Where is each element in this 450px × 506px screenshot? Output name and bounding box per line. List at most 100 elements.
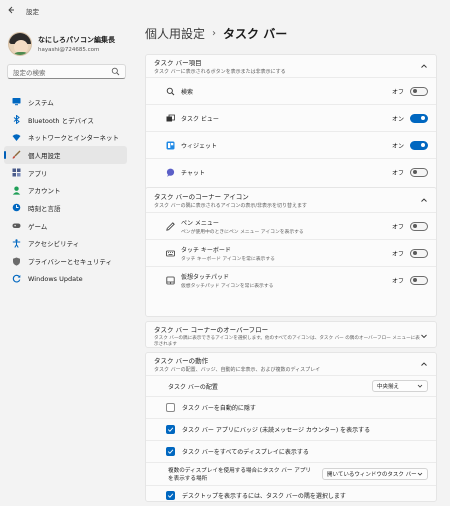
corner-overflow-header[interactable]: タスク バー コーナーのオーバーフロー タスク バーの隅に表示できるアイコンを選…	[146, 322, 436, 349]
sidebar-item-system[interactable]: システム	[4, 93, 127, 111]
sidebar-item-label: システム	[28, 98, 54, 107]
pen-menu-toggle[interactable]	[410, 221, 428, 231]
chevron-up-icon[interactable]	[420, 360, 428, 368]
search-input[interactable]: 設定の検索	[7, 64, 126, 79]
sidebar-item-label: Bluetooth とデバイス	[28, 116, 94, 125]
multi-display-value: 開いているウィンドウのタスク バー	[327, 472, 417, 478]
section-title: タスク バーのコーナー アイコン	[154, 193, 249, 201]
taskbar-items-header[interactable]: タスク バー項目 タスク バーに表示されるボタンを表示または非表示にする	[146, 55, 436, 77]
monitor-icon	[12, 97, 21, 106]
all-displays-checkbox[interactable]	[166, 447, 175, 456]
chat-toggle[interactable]	[410, 167, 428, 177]
sidebar-item-label: アカウント	[28, 187, 61, 196]
sidebar-item-gaming[interactable]: ゲーム	[4, 217, 127, 235]
main-panel: 個人用設定 › タスク バー タスク バー項目 タスク バーに表示されるボタンを…	[133, 22, 450, 506]
gamepad-icon	[12, 221, 21, 230]
widgets-icon	[166, 141, 175, 150]
sidebar-item-label: Windows Update	[28, 274, 83, 283]
breadcrumb-parent[interactable]: 個人用設定	[145, 25, 205, 42]
user-profile[interactable]: なにしろパソコン編集長 hayashi@724685.com	[0, 22, 133, 60]
corner-touch-keyboard-row: タッチ キーボード タッチ キーボード アイコンを常に表示する オフ	[146, 240, 436, 266]
sidebar-item-time-language[interactable]: 時刻と言語	[4, 199, 127, 217]
chevron-up-icon[interactable]	[420, 196, 428, 204]
corner-icons-header[interactable]: タスク バーのコーナー アイコン タスク バーの隅に表示されるアイコンの表示/非…	[146, 188, 436, 212]
widgets-toggle[interactable]	[410, 140, 428, 150]
all-displays-row[interactable]: タスク バーをすべてのディスプレイに表示する	[146, 441, 436, 462]
toggle-state: オン	[391, 142, 404, 150]
sidebar-item-personalization[interactable]: 個人用設定	[4, 146, 127, 164]
pen-icon	[166, 221, 175, 231]
alignment-dropdown[interactable]: 中央揃え	[372, 380, 428, 392]
badges-checkbox[interactable]	[166, 425, 175, 434]
taskbar-items-section: タスク バー項目 タスク バーに表示されるボタンを表示または非表示にする 検索 …	[145, 54, 437, 202]
sidebar-item-label: プライバシーとセキュリティ	[28, 258, 112, 267]
sidebar-item-label: 時刻と言語	[28, 204, 61, 213]
corner-overflow-section[interactable]: タスク バー コーナーのオーバーフロー タスク バーの隅に表示できるアイコンを選…	[145, 321, 437, 348]
checkbox-label: タスク バーを自動的に隠す	[182, 405, 256, 412]
back-arrow-icon[interactable]	[4, 6, 18, 16]
touch-keyboard-toggle[interactable]	[410, 248, 428, 258]
sidebar-item-accessibility[interactable]: アクセシビリティ	[4, 235, 127, 253]
apps-icon	[12, 168, 21, 177]
row-label: タッチ キーボード	[181, 246, 231, 254]
multi-display-row: 複数のディスプレイを使用する場合にタスク バー アプリ を表示する場所 開いてい…	[146, 463, 436, 485]
show-desktop-checkbox[interactable]	[166, 491, 175, 500]
multi-display-dropdown[interactable]: 開いているウィンドウのタスク バー	[322, 468, 428, 480]
toggle-state: オフ	[391, 88, 404, 96]
sidebar-item-accounts[interactable]: アカウント	[4, 181, 127, 199]
checkmark-icon	[167, 493, 174, 498]
sidebar-item-apps[interactable]: アプリ	[4, 164, 127, 182]
title-bar: 設定	[0, 0, 450, 22]
page-title: タスク バー	[223, 27, 288, 41]
section-subtitle: タスク バーの隅に表示されるアイコンの表示/非表示を切り替えます	[154, 203, 308, 209]
sidebar-item-windows-update[interactable]: Windows Update	[4, 270, 127, 288]
chevron-down-icon	[417, 472, 423, 476]
taskbar-alignment-row: タスク バーの配置 中央揃え	[146, 376, 436, 396]
toggle-state: オフ	[391, 223, 404, 231]
globe-clock-icon	[12, 203, 21, 212]
chevron-up-icon[interactable]	[420, 62, 428, 70]
sidebar-item-label: 個人用設定	[28, 151, 61, 160]
checkmark-icon	[167, 427, 174, 432]
search-icon	[111, 67, 120, 76]
section-title: タスク バーの動作	[154, 357, 209, 365]
checkbox-label: タスク バー アプリにバッジ (未読メッセージ カウンター) を表示する	[182, 427, 371, 434]
brush-icon	[12, 150, 21, 159]
section-subtitle: タスク バーの配置、バッジ、自動的に非表示、および複数のディスプレイ	[154, 367, 321, 373]
alignment-label: タスク バーの配置	[168, 383, 218, 391]
bluetooth-icon	[12, 115, 21, 125]
virtual-touchpad-toggle[interactable]	[410, 275, 428, 285]
row-label: ペン メニュー	[181, 219, 219, 227]
auto-hide-row[interactable]: タスク バーを自動的に隠す	[146, 397, 436, 418]
search-toggle[interactable]	[410, 86, 428, 96]
sidebar-item-privacy[interactable]: プライバシーとセキュリティ	[4, 252, 127, 270]
taskbar-item-task-view-row: タスク ビュー オン	[146, 105, 436, 131]
sidebar-item-network[interactable]: ネットワークとインターネット	[4, 128, 127, 146]
row-label: チャット	[181, 169, 205, 177]
accessibility-icon	[12, 239, 21, 248]
auto-hide-checkbox[interactable]	[166, 403, 175, 412]
show-desktop-row[interactable]: デスクトップを表示するには、タスク バーの隅を選択します	[146, 486, 436, 505]
sidebar-item-label: アプリ	[28, 169, 48, 178]
badges-row[interactable]: タスク バー アプリにバッジ (未読メッセージ カウンター) を表示する	[146, 419, 436, 440]
breadcrumb-separator: ›	[212, 28, 217, 39]
toggle-state: オン	[391, 115, 404, 123]
wifi-icon	[12, 133, 21, 142]
chevron-down-icon[interactable]	[420, 332, 428, 340]
person-icon	[12, 186, 21, 195]
sidebar-item-bluetooth[interactable]: Bluetooth とデバイス	[4, 111, 127, 129]
breadcrumb: 個人用設定 › タスク バー	[145, 25, 287, 42]
row-sublabel: 仮想タッチパッド アイコンを常に表示する	[181, 283, 274, 289]
section-title: タスク バー コーナーのオーバーフロー	[154, 326, 269, 334]
taskbar-item-widgets-row: ウィジェット オン	[146, 132, 436, 158]
task-view-icon	[166, 114, 175, 123]
task-view-toggle[interactable]	[410, 113, 428, 123]
corner-virtual-touchpad-row: 仮想タッチパッド 仮想タッチパッド アイコンを常に表示する オフ	[146, 267, 436, 293]
taskbar-behaviors-header[interactable]: タスク バーの動作 タスク バーの配置、バッジ、自動的に非表示、および複数のディ…	[146, 353, 436, 375]
chat-icon	[166, 168, 175, 177]
section-title: タスク バー項目	[154, 59, 202, 67]
sidebar-item-label: ネットワークとインターネット	[28, 134, 119, 143]
section-subtitle: タスク バーの隅に表示できるアイコンを選択します。他のすべてのアイコンは、タスク…	[154, 336, 420, 347]
taskbar-item-chat-row: チャット オフ	[146, 159, 436, 185]
taskbar-behaviors-section: タスク バーの動作 タスク バーの配置、バッジ、自動的に非表示、および複数のディ…	[145, 352, 437, 502]
